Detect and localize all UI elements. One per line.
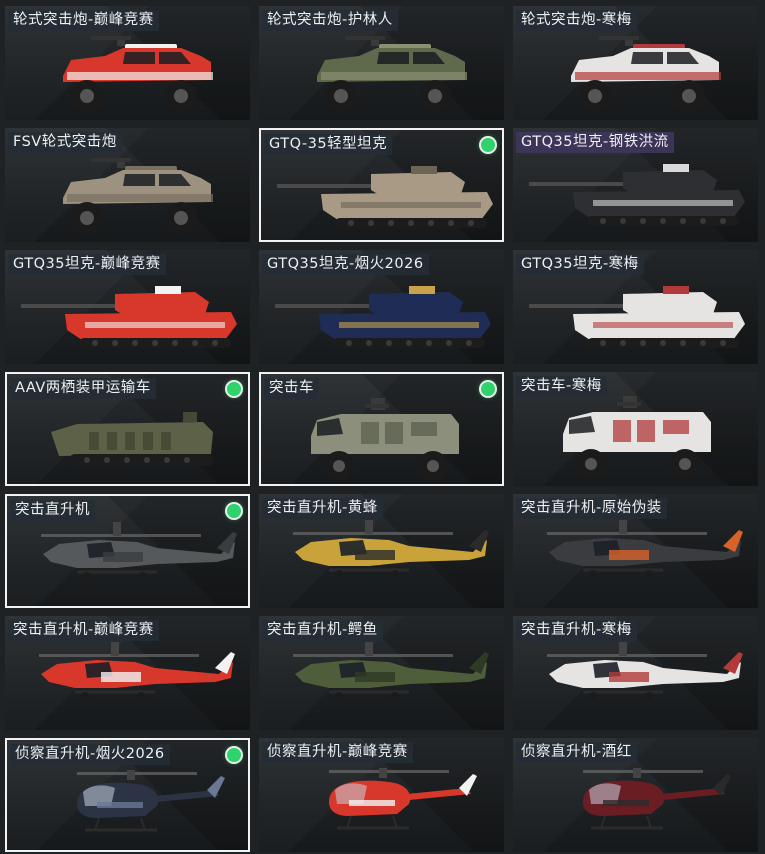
vehicle-skin-card[interactable]: AAV两栖装甲运输车 [5,372,250,486]
vehicle-skin-name: 侦察直升机-烟火2026 [10,744,170,765]
vehicle-skin-name: FSV轮式突击炮 [8,132,122,153]
vehicle-skin-name: 突击直升机-黄蜂 [262,498,383,519]
vehicle-skin-name: 侦察直升机-巅峰竞赛 [262,742,413,763]
vehicle-skin-name: 突击直升机-寒梅 [516,620,637,641]
vehicle-skin-grid: 轮式突击炮-巅峰竞赛 轮式突击炮-护林人 轮式突击炮-寒梅 FSV轮式突击炮 G… [0,0,765,854]
vehicle-skin-card[interactable]: GTQ35坦克-烟火2026 [259,250,504,364]
equipped-indicator-icon [227,748,241,762]
vehicle-skin-card[interactable]: 突击车-寒梅 [513,372,758,486]
vehicle-skin-card[interactable]: 侦察直升机-巅峰竞赛 [259,738,504,852]
vehicle-skin-name: 突击直升机 [10,500,95,521]
equipped-indicator-icon [481,138,495,152]
vehicle-skin-card[interactable]: 突击直升机-巅峰竞赛 [5,616,250,730]
vehicle-skin-name: 侦察直升机-酒红 [516,742,637,763]
vehicle-skin-card[interactable]: 轮式突击炮-巅峰竞赛 [5,6,250,120]
vehicle-skin-card[interactable]: GTQ35坦克-巅峰竞赛 [5,250,250,364]
vehicle-skin-name: 突击直升机-巅峰竞赛 [8,620,159,641]
vehicle-skin-name: 轮式突击炮-巅峰竞赛 [8,10,159,31]
vehicle-skin-card[interactable]: 侦察直升机-酒红 [513,738,758,852]
vehicle-skin-card[interactable]: 轮式突击炮-护林人 [259,6,504,120]
vehicle-skin-card[interactable]: GTQ-35轻型坦克 [259,128,504,242]
vehicle-skin-card[interactable]: 突击直升机-寒梅 [513,616,758,730]
vehicle-skin-name: 突击车-寒梅 [516,376,607,397]
vehicle-skin-card[interactable]: GTQ35坦克-钢铁洪流 [513,128,758,242]
vehicle-skin-name: 轮式突击炮-寒梅 [516,10,637,31]
vehicle-skin-card[interactable]: 侦察直升机-烟火2026 [5,738,250,852]
vehicle-skin-name: 突击车 [264,378,319,399]
equipped-indicator-icon [227,504,241,518]
vehicle-skin-card[interactable]: 突击直升机-黄蜂 [259,494,504,608]
vehicle-skin-name: GTQ35坦克-钢铁洪流 [516,132,674,153]
vehicle-skin-name: 突击直升机-原始伪装 [516,498,667,519]
vehicle-skin-name: GTQ35坦克-寒梅 [516,254,644,275]
equipped-indicator-icon [481,382,495,396]
vehicle-skin-card[interactable]: 突击车 [259,372,504,486]
vehicle-skin-name: GTQ-35轻型坦克 [264,134,393,155]
vehicle-skin-name: 突击直升机-鳄鱼 [262,620,383,641]
vehicle-skin-card[interactable]: 突击直升机-原始伪装 [513,494,758,608]
vehicle-skin-name: 轮式突击炮-护林人 [262,10,398,31]
vehicle-skin-card[interactable]: 轮式突击炮-寒梅 [513,6,758,120]
vehicle-skin-card[interactable]: FSV轮式突击炮 [5,128,250,242]
equipped-indicator-icon [227,382,241,396]
vehicle-skin-name: AAV两栖装甲运输车 [10,378,156,399]
vehicle-skin-card[interactable]: GTQ35坦克-寒梅 [513,250,758,364]
vehicle-skin-card[interactable]: 突击直升机-鳄鱼 [259,616,504,730]
vehicle-skin-name: GTQ35坦克-烟火2026 [262,254,429,275]
vehicle-skin-name: GTQ35坦克-巅峰竞赛 [8,254,166,275]
vehicle-skin-card[interactable]: 突击直升机 [5,494,250,608]
